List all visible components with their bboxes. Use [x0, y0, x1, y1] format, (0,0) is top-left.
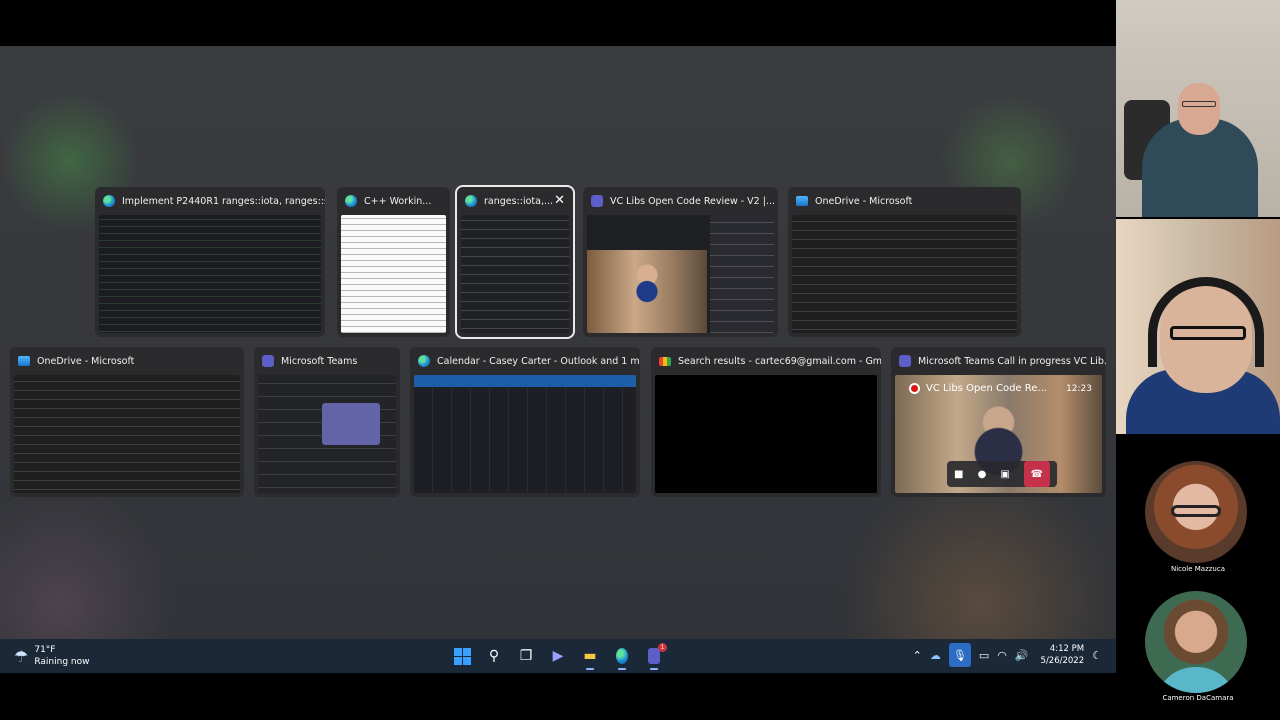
- clock[interactable]: 4:12 PM 5/26/2022: [1041, 643, 1085, 667]
- share-screen-icon[interactable]: ▣: [1000, 469, 1009, 480]
- window-thumbnail-vc-libs-review[interactable]: VC Libs Open Code Review - V2 |...: [583, 187, 778, 337]
- window-preview: [99, 215, 321, 333]
- volume-icon[interactable]: 🔊: [1015, 649, 1029, 662]
- window-thumbnail-ranges-iota[interactable]: ranges::iota,... ✕: [455, 185, 575, 339]
- window-preview: [587, 215, 774, 333]
- window-title: VC Libs Open Code Review - V2 |...: [610, 195, 776, 207]
- window-thumbnail-teams-call[interactable]: Microsoft Teams Call in progress VC Lib.…: [891, 347, 1106, 497]
- display-icon[interactable]: ▭: [979, 649, 989, 662]
- microphone-in-use-icon[interactable]: 🎙: [948, 643, 971, 667]
- window-preview: [341, 215, 446, 333]
- windows-logo-icon: [453, 647, 471, 665]
- clock-time: 4:12 PM: [1049, 644, 1085, 654]
- start-button[interactable]: [450, 644, 474, 668]
- meeting-video: [587, 250, 707, 333]
- teams-icon: [262, 355, 274, 367]
- task-view: Implement P2440R1 ranges::iota, ranges::…: [0, 46, 1116, 673]
- onedrive-icon: [796, 196, 808, 206]
- participant-video-1: [1116, 0, 1280, 217]
- participant-name: Nicole Mazzuca: [1170, 565, 1226, 573]
- window-title: Implement P2440R1 ranges::iota, ranges::…: [122, 195, 325, 207]
- do-not-disturb-icon[interactable]: ☾: [1092, 649, 1102, 662]
- task-view-button[interactable]: ❐: [514, 644, 538, 668]
- call-title: VC Libs Open Code Re...: [926, 383, 1047, 394]
- edge-icon: [465, 195, 477, 207]
- window-preview: [14, 375, 240, 493]
- window-thumbnail-gmail-search[interactable]: Search results - cartec69@gmail.com - Gm…: [651, 347, 881, 497]
- clock-date: 5/26/2022: [1040, 656, 1085, 666]
- search-button[interactable]: ⚲: [482, 644, 506, 668]
- avatar: [1145, 591, 1247, 693]
- participant-video-2: [1116, 219, 1280, 434]
- window-thumbnail-implement-p2440r1[interactable]: Implement P2440R1 ranges::iota, ranges::…: [95, 187, 325, 337]
- window-title: ranges::iota,...: [484, 195, 554, 207]
- system-tray: ⌃ ☁ 🎙 ▭ ◠ 🔊 4:12 PM 5/26/2022 ☾: [913, 643, 1102, 667]
- window-title: Microsoft Teams: [281, 355, 358, 367]
- teams-icon: [591, 195, 603, 207]
- window-preview: [258, 375, 396, 493]
- window-preview: [792, 215, 1017, 333]
- onedrive-tray-icon[interactable]: ☁: [930, 649, 941, 662]
- window-thumbnail-microsoft-teams[interactable]: Microsoft Teams: [254, 347, 400, 497]
- window-title: Search results - cartec69@gmail.com - Gm…: [678, 355, 881, 367]
- notification-badge: 1: [658, 643, 667, 652]
- search-icon: ⚲: [488, 648, 500, 664]
- close-window-button[interactable]: ✕: [554, 193, 565, 208]
- gmail-icon: [659, 356, 671, 366]
- taskbar: ☂ 71°F Raining now ⚲ ❐ ▶ ▬ 1 ⌃ ☁ 🎙 ▭ ◠ 🔊…: [0, 639, 1116, 673]
- teams-button[interactable]: 1: [642, 643, 667, 670]
- window-thumbnail-calendar[interactable]: Calendar - Casey Carter - Outlook and 1 …: [410, 347, 640, 497]
- file-explorer-button[interactable]: ▬: [578, 644, 602, 670]
- edge-icon: [616, 648, 628, 664]
- weather-condition: Raining now: [34, 657, 90, 667]
- edge-icon: [345, 195, 357, 207]
- avatar: [1145, 461, 1247, 563]
- window-thumbnail-onedrive-1[interactable]: OneDrive - Microsoft: [788, 187, 1021, 337]
- edge-icon: [103, 195, 115, 207]
- chat-icon: ▶: [552, 648, 564, 664]
- weather-temperature: 71°F: [34, 645, 56, 655]
- camera-icon[interactable]: ■: [954, 469, 963, 480]
- chat-button[interactable]: ▶: [546, 644, 570, 668]
- edge-icon: [418, 355, 430, 367]
- window-preview: VC Libs Open Code Re... 12:23 ■ ● ▣ ☎: [895, 375, 1102, 493]
- microphone-icon[interactable]: ●: [978, 469, 987, 480]
- window-preview: [414, 375, 636, 493]
- window-title: Calendar - Casey Carter - Outlook and 1 …: [437, 355, 640, 367]
- window-thumbnail-cpp-working[interactable]: C++ Workin...: [337, 187, 450, 337]
- add-app-popup: [322, 403, 380, 445]
- onedrive-icon: [18, 356, 30, 366]
- window-title: C++ Workin...: [364, 195, 432, 207]
- umbrella-icon: ☂: [14, 646, 29, 666]
- teams-icon: [899, 355, 911, 367]
- window-title: OneDrive - Microsoft: [815, 195, 913, 207]
- participants-panel: Nicole Mazzuca Cameron DaCamara: [1116, 0, 1280, 720]
- recording-icon: [909, 383, 920, 394]
- participant-name: Cameron DaCamara: [1162, 694, 1234, 702]
- call-controls: ■ ● ▣ ☎: [947, 461, 1057, 487]
- window-title: Microsoft Teams Call in progress VC Lib.…: [918, 355, 1106, 367]
- weather-widget[interactable]: ☂ 71°F Raining now: [14, 644, 89, 668]
- edge-button[interactable]: [610, 644, 634, 670]
- meeting-side-panel: [710, 215, 774, 333]
- window-preview: [461, 215, 569, 333]
- chevron-up-icon[interactable]: ⌃: [913, 649, 922, 662]
- window-thumbnail-onedrive-2[interactable]: OneDrive - Microsoft: [10, 347, 244, 497]
- window-preview: [655, 375, 877, 493]
- headphones: [1148, 277, 1264, 367]
- folder-icon: ▬: [583, 648, 597, 664]
- hang-up-button[interactable]: ☎: [1023, 461, 1050, 487]
- call-duration: 12:23: [1066, 384, 1092, 394]
- window-title: OneDrive - Microsoft: [37, 355, 135, 367]
- wifi-icon[interactable]: ◠: [997, 649, 1007, 662]
- task-view-icon: ❐: [519, 648, 533, 664]
